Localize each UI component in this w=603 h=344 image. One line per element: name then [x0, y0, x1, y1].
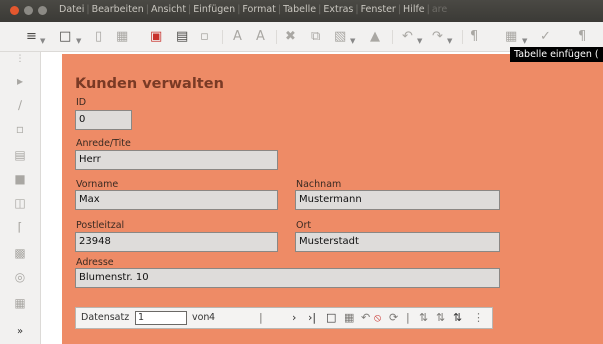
adresse-field[interactable]: Blumenstr. 10: [75, 268, 500, 288]
paste-icon[interactable]: ▧: [334, 30, 346, 44]
menu-datei[interactable]: Datei: [58, 4, 85, 18]
print-icon[interactable]: ▤: [176, 30, 188, 44]
insert-table-tooltip: Tabelle einfügen (: [510, 47, 603, 62]
undo-icon[interactable]: ↶: [402, 30, 413, 44]
chevron-down-icon[interactable]: ▼: [447, 34, 452, 48]
cut-icon[interactable]: ✖: [285, 30, 296, 44]
menu-fenster[interactable]: Fenster: [360, 4, 397, 18]
new-record-icon[interactable]: □: [326, 311, 336, 324]
title-bar: Datei | Bearbeiten | Ansicht | Einfügen …: [0, 0, 603, 22]
menu-extras[interactable]: Extras: [322, 4, 354, 18]
paragraph-icon[interactable]: ¶: [578, 30, 586, 44]
id-field[interactable]: 0: [75, 110, 132, 130]
record-label: Datensatz: [81, 312, 130, 323]
postleitzahl-label: Postleitzal: [76, 220, 125, 231]
save-record-icon[interactable]: ▦: [344, 311, 354, 324]
last-record-icon[interactable]: ›|: [308, 311, 316, 324]
chevron-down-icon[interactable]: ▼: [350, 34, 355, 48]
save-icon[interactable]: ▦: [116, 30, 128, 44]
delete-record-icon[interactable]: ⦸: [374, 311, 381, 325]
form-design-icon[interactable]: ≡: [26, 30, 37, 44]
font-icon[interactable]: A: [233, 30, 242, 44]
control-icon[interactable]: ▫: [12, 122, 28, 136]
record-count: 4: [209, 312, 216, 323]
adresse-label: Adresse: [76, 257, 114, 268]
menu-format[interactable]: Format: [241, 4, 276, 18]
field-icon[interactable]: ⌈: [12, 220, 28, 234]
chevron-down-icon[interactable]: ▼: [76, 34, 81, 48]
menu-hilfe[interactable]: Hilfe: [402, 4, 426, 18]
customer-form: Kunden verwalten ID 0 Anrede/Tite Herr V…: [62, 54, 603, 344]
menu-ansicht[interactable]: Ansicht: [150, 4, 187, 18]
open-icon[interactable]: ▯: [95, 30, 102, 44]
form-title: Kunden verwalten: [75, 76, 224, 92]
more-chevron-icon[interactable]: »: [12, 326, 28, 337]
vorname-field[interactable]: Max: [75, 190, 278, 210]
frame-icon[interactable]: ■: [12, 172, 28, 186]
expand-icon[interactable]: ⋮: [12, 54, 28, 64]
id-label: ID: [76, 97, 87, 108]
vorname-label: Vorname: [76, 179, 119, 190]
chevron-down-icon[interactable]: ▼: [40, 34, 45, 48]
menu-tabelle[interactable]: Tabelle: [282, 4, 317, 18]
anrede-label: Anrede/Tite: [76, 138, 131, 149]
nachname-field[interactable]: Mustermann: [295, 190, 500, 210]
ort-label: Ort: [296, 220, 312, 231]
refresh-icon[interactable]: ⟳: [389, 311, 398, 324]
formatting-marks-icon[interactable]: ¶: [470, 30, 478, 44]
format-paintbrush-icon[interactable]: ▲: [370, 30, 380, 44]
button-icon[interactable]: ◫: [12, 196, 28, 210]
anrede-field[interactable]: Herr: [75, 150, 278, 170]
window-title-fragment: are: [431, 4, 448, 15]
textbox-icon[interactable]: ▤: [12, 148, 28, 162]
form-controls-sidebar: ⋮ ▸ ∕ ▫ ▤ ■ ◫ ⌈ ▩ ◎ ▦ »: [0, 52, 41, 344]
sort-icon[interactable]: ⇅: [453, 311, 462, 324]
print-preview-icon[interactable]: ▫: [200, 30, 209, 44]
navbar-separator: |: [406, 311, 410, 324]
nachname-label: Nachnam: [296, 179, 342, 190]
close-window-button[interactable]: [10, 6, 19, 15]
record-of-label: von: [192, 312, 210, 323]
undo-record-icon[interactable]: ↶: [361, 311, 370, 324]
menu-bearbeiten[interactable]: Bearbeiten: [91, 4, 145, 18]
navbar-more-icon[interactable]: ⋮: [473, 311, 484, 324]
record-number-input[interactable]: 1: [135, 311, 187, 325]
chevron-down-icon[interactable]: ▼: [522, 34, 527, 48]
insert-table-icon[interactable]: ▦: [505, 30, 517, 44]
minimize-window-button[interactable]: [24, 6, 33, 15]
sort-descending-icon[interactable]: ⇅: [436, 311, 445, 324]
magic-wand-icon[interactable]: ∕: [12, 98, 28, 112]
toolbar-separator: [462, 30, 463, 44]
gallery-icon[interactable]: ▦: [12, 296, 28, 310]
toolbar-separator: [276, 30, 277, 44]
copy-icon[interactable]: ⧉: [311, 30, 320, 44]
listbox-icon[interactable]: ▩: [12, 246, 28, 260]
menu-einfuegen[interactable]: Einfügen: [192, 4, 236, 18]
combobox-icon[interactable]: ◎: [12, 270, 28, 284]
export-pdf-icon[interactable]: ▣: [150, 30, 162, 44]
chevron-down-icon[interactable]: ▼: [417, 34, 422, 48]
new-document-icon[interactable]: □: [59, 30, 71, 44]
font-color-icon[interactable]: A: [256, 30, 265, 44]
ort-field[interactable]: Musterstadt: [295, 232, 500, 252]
select-arrow-icon[interactable]: ▸: [12, 74, 28, 88]
menu-bar: Datei | Bearbeiten | Ansicht | Einfügen …: [58, 4, 448, 18]
sort-ascending-icon[interactable]: ⇅: [419, 311, 428, 324]
record-navigation-bar: Datensatz 1 von 4 | › ›| □ ▦ ↶ ⦸ ⟳ | ⇅ ⇅…: [75, 307, 493, 329]
toolbar-separator: [222, 30, 223, 44]
navbar-separator: |: [259, 311, 263, 324]
check-icon[interactable]: ✓: [540, 30, 551, 44]
postleitzahl-field[interactable]: 23948: [75, 232, 278, 252]
redo-icon[interactable]: ↷: [432, 30, 443, 44]
next-record-icon[interactable]: ›: [292, 311, 296, 324]
toolbar-separator: [392, 30, 393, 44]
maximize-window-button[interactable]: [38, 6, 47, 15]
